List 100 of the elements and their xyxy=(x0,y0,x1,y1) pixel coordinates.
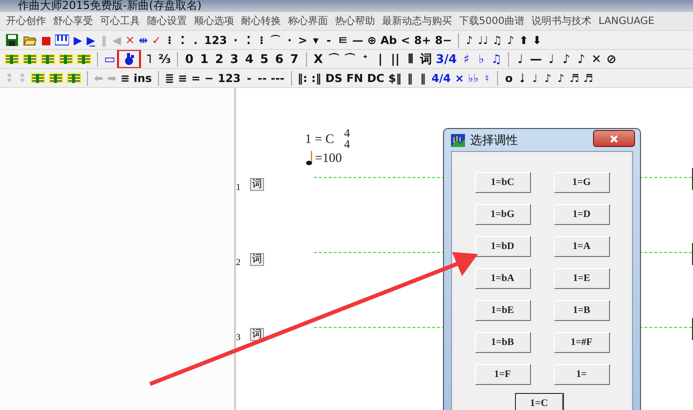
tool-button[interactable]: 5 xyxy=(256,51,272,67)
lyric-marker[interactable]: 词 xyxy=(250,253,264,266)
tool-button[interactable]: ▶̲ xyxy=(84,32,98,48)
quarter-note-icon[interactable] xyxy=(305,150,313,166)
tool-button[interactable]: o xyxy=(502,70,516,86)
tool-button[interactable]: ⬆ xyxy=(517,32,530,48)
tool-button[interactable]: ⊘ xyxy=(604,51,619,67)
key-button[interactable]: 1=F xyxy=(474,364,530,385)
tool-button[interactable]: ⁚ xyxy=(242,32,256,48)
tool-button[interactable]: − xyxy=(202,70,216,86)
key-signature-icon[interactable] xyxy=(122,52,136,66)
tool-button[interactable]: 8+ xyxy=(412,32,433,48)
tool-button[interactable]: 𝅗𝅥 xyxy=(515,70,528,86)
tool-button[interactable]: ■ xyxy=(39,32,54,48)
tool-button[interactable]: ⦀ xyxy=(402,51,418,67)
menu-item[interactable]: 下载5000曲谱 xyxy=(459,14,524,28)
tool-button[interactable]: 4 xyxy=(242,51,257,67)
tool-button[interactable]: ⁝ xyxy=(255,32,268,48)
key-button[interactable]: 1=bA xyxy=(474,268,530,289)
tool-button[interactable]: ≡ xyxy=(176,70,190,86)
key-button[interactable]: 1=E xyxy=(554,268,610,289)
key-button[interactable]: 1=bB xyxy=(474,332,530,353)
tool-button[interactable]: ♫ xyxy=(490,32,504,48)
tool-button[interactable]: ‖ xyxy=(403,70,416,86)
tool-button[interactable]: ⅔ xyxy=(156,51,173,67)
tool-button[interactable]: ⇹ xyxy=(136,32,150,48)
tool-button[interactable]: ⌒ xyxy=(268,32,284,48)
tool-button[interactable]: ▾ xyxy=(309,32,322,48)
key-button[interactable]: 1=bC xyxy=(474,172,530,193)
tool-button[interactable]: ♬ xyxy=(581,70,596,86)
tool-button[interactable]: ⁚ xyxy=(176,32,190,48)
tool-button[interactable]: ♭ xyxy=(474,51,489,67)
tool-button[interactable]: ♫ xyxy=(488,51,504,67)
tool-button[interactable]: 123 xyxy=(216,70,243,86)
tool-button[interactable]: 7 xyxy=(286,51,302,67)
tool-button[interactable]: 0 xyxy=(182,51,197,67)
tool-button[interactable]: · xyxy=(229,32,242,48)
tool-button[interactable]: 2 xyxy=(212,51,227,67)
tool-button[interactable]: $‖ xyxy=(386,70,404,86)
tool-button[interactable]: 词 xyxy=(418,51,434,67)
score-icon[interactable] xyxy=(41,52,55,66)
tool-button[interactable]: ⬇ xyxy=(530,32,544,48)
tool-button[interactable]: ♪ xyxy=(462,32,476,48)
tool-button[interactable]: ins xyxy=(132,70,154,86)
menu-item[interactable]: 可心工具 xyxy=(100,14,140,28)
key-button[interactable]: 1=bE xyxy=(474,300,530,321)
tool-button[interactable]: = xyxy=(189,70,202,86)
tool-button[interactable]: ♩ xyxy=(512,51,528,67)
tool-button[interactable]: ♬ xyxy=(567,70,582,86)
tool-button[interactable]: ⌒ xyxy=(342,51,358,67)
key-button[interactable]: 1=bD xyxy=(474,236,530,257)
tool-button[interactable]: ♩ xyxy=(528,70,542,86)
menu-item[interactable]: 开心创作 xyxy=(6,14,46,28)
key-button[interactable]: 1= xyxy=(554,364,610,385)
tool-button[interactable]: ♪ xyxy=(574,51,589,67)
menu-item[interactable]: 说明书与技术 xyxy=(531,14,592,28)
tool-button[interactable]: 3/4 xyxy=(434,51,459,67)
lyric-marker[interactable]: 词 xyxy=(250,178,264,191)
tool-button[interactable]: 4/4 xyxy=(429,70,453,86)
tool-button[interactable]: | xyxy=(372,51,388,67)
tool-button[interactable]: . xyxy=(189,32,202,48)
menu-item[interactable]: 顺心选项 xyxy=(194,14,234,28)
default-key-button[interactable]: 1=C xyxy=(516,394,562,410)
lyric-marker[interactable]: 词 xyxy=(250,328,264,341)
app-icon[interactable] xyxy=(451,134,465,146)
tool-button[interactable]: DS xyxy=(323,70,344,86)
key-button[interactable]: 1=A xyxy=(554,236,610,257)
tool-button[interactable]: ♪ xyxy=(504,32,518,48)
tool-button[interactable]: · xyxy=(283,32,296,48)
tool-button[interactable]: ♭♭ xyxy=(466,70,480,86)
tool-button[interactable]: X xyxy=(310,51,326,67)
tool-button[interactable]: ▶ xyxy=(71,32,84,48)
tool-button[interactable]: ♩♩ xyxy=(476,32,490,48)
tool-button[interactable]: || xyxy=(388,51,403,67)
key-button[interactable]: 1=bG xyxy=(474,204,530,225)
tool-button[interactable]: Ab xyxy=(378,32,399,48)
tool-button[interactable]: ✓ xyxy=(150,32,164,48)
tool-button[interactable]: FN xyxy=(344,70,366,86)
score-icon[interactable] xyxy=(67,71,81,85)
tool-button[interactable]: > xyxy=(296,32,310,48)
tool-button[interactable]: :‖ xyxy=(309,70,324,86)
tool-button[interactable]: ≡ xyxy=(118,70,132,86)
key-button[interactable]: 1=B xyxy=(554,300,610,321)
tool-button[interactable]: ᐩ xyxy=(358,51,373,67)
menu-item[interactable]: 耐心转换 xyxy=(241,14,281,28)
tool-button[interactable]: 8− xyxy=(432,32,454,48)
tool-button[interactable]: ♮ xyxy=(480,70,494,86)
save-icon[interactable] xyxy=(5,33,19,47)
score-icon[interactable] xyxy=(77,52,91,66)
tool-button[interactable]: ♯ xyxy=(458,51,474,67)
menu-item[interactable]: LANGUAGE xyxy=(598,16,654,26)
menu-item[interactable]: 称心界面 xyxy=(288,14,328,28)
tool-button[interactable]: 3 xyxy=(226,51,242,67)
score-icon[interactable] xyxy=(59,52,73,66)
key-button[interactable]: 1=#F xyxy=(554,332,610,353)
tool-button[interactable]: ♪ xyxy=(541,70,554,86)
tool-button[interactable]: × xyxy=(452,70,466,86)
score-icon[interactable] xyxy=(5,52,19,66)
tool-button[interactable]: ⊕ xyxy=(365,32,378,48)
tool-button[interactable]: ✕ xyxy=(588,51,604,67)
